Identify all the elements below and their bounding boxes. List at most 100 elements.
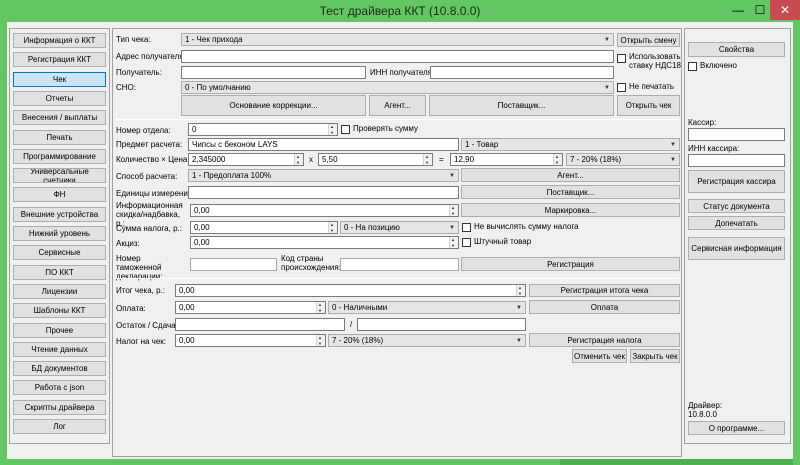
service-info-button[interactable]: Сервисная информация bbox=[688, 237, 785, 260]
sidebar-item[interactable]: Лицензии bbox=[13, 283, 106, 299]
sidebar-item[interactable]: Регистрация ККТ bbox=[13, 52, 106, 68]
payment-method-select[interactable]: 1 - Предоплата 100% ▼ bbox=[188, 169, 459, 182]
price-input[interactable]: 5,50 ▲ ▼ bbox=[318, 153, 433, 166]
open-receipt-button[interactable]: Открыть чек bbox=[617, 95, 680, 116]
piece-goods-checkbox[interactable] bbox=[462, 238, 471, 247]
cancel-receipt-button[interactable]: Отменить чек bbox=[572, 349, 627, 363]
sidebar-item[interactable]: Чек bbox=[13, 71, 106, 87]
sidebar-item[interactable]: БД документов bbox=[13, 361, 106, 377]
units-input[interactable] bbox=[188, 186, 459, 199]
tax-on-receipt-spinner[interactable]: ▲ ▼ bbox=[316, 335, 325, 346]
use-vat18-checkbox[interactable] bbox=[617, 54, 626, 63]
vat-rate-select[interactable]: 7 - 20% (18%) ▼ bbox=[566, 153, 680, 166]
close-receipt-button[interactable]: Закрыть чек bbox=[630, 349, 680, 363]
payment-type-select[interactable]: 0 - Наличными ▼ bbox=[328, 301, 526, 314]
item-label: Предмет расчета: bbox=[116, 140, 183, 149]
spin-up-icon: ▲ bbox=[555, 154, 559, 159]
cashier-input[interactable] bbox=[688, 128, 785, 141]
sidebar-item[interactable]: Программирование bbox=[13, 148, 106, 164]
sidebar-item[interactable]: Внешние устройства bbox=[13, 206, 106, 222]
total-value: 12,90 bbox=[454, 155, 475, 164]
customs-input[interactable] bbox=[190, 258, 277, 271]
piece-goods-label: Штучный товар bbox=[474, 237, 532, 246]
receipt-agent-button[interactable]: Агент... bbox=[369, 95, 426, 116]
department-spinner[interactable]: ▲ ▼ bbox=[328, 124, 337, 135]
change-input[interactable] bbox=[175, 318, 345, 331]
reprint-button[interactable]: Допечатать bbox=[688, 216, 785, 230]
sidebar-item[interactable]: Чтение данных bbox=[13, 341, 106, 357]
receipt-total-input[interactable]: 0,00 ▲ ▼ bbox=[175, 284, 526, 297]
minimize-button[interactable]: — bbox=[726, 0, 750, 20]
maximize-button[interactable]: ☐ bbox=[750, 0, 770, 20]
check-sum-checkbox[interactable] bbox=[341, 125, 350, 134]
properties-button[interactable]: Свойства bbox=[688, 42, 785, 57]
register-tax-button[interactable]: Регистрация налога bbox=[529, 333, 680, 347]
cashier-inn-input[interactable] bbox=[688, 154, 785, 167]
sidebar-item[interactable]: Отчеты bbox=[13, 90, 106, 106]
tax-on-receipt-input[interactable]: 0,00 ▲ ▼ bbox=[175, 334, 326, 347]
payment-spinner[interactable]: ▲ ▼ bbox=[316, 302, 325, 313]
info-discount-spinner[interactable]: ▲ ▼ bbox=[449, 205, 458, 216]
sidebar-item[interactable]: Печать bbox=[13, 129, 106, 145]
check-sum-label: Проверять сумму bbox=[353, 124, 419, 133]
sidebar-item[interactable]: Универсальные счетчики bbox=[13, 168, 106, 184]
tax-rate-select[interactable]: 7 - 20% (18%) ▼ bbox=[328, 334, 526, 347]
total-spinner[interactable]: ▲ ▼ bbox=[553, 154, 562, 165]
excise-spinner[interactable]: ▲ ▼ bbox=[449, 237, 458, 248]
sidebar-item[interactable]: Нижний уровень bbox=[13, 226, 106, 241]
close-button[interactable]: ✕ bbox=[770, 0, 800, 20]
tax-sum-input[interactable]: 0,00 ▲ ▼ bbox=[190, 221, 338, 234]
sidebar-item[interactable]: Скрипты драйвера bbox=[13, 399, 106, 415]
excise-input[interactable]: 0,00 ▲ ▼ bbox=[190, 236, 459, 249]
price-spinner[interactable]: ▲ ▼ bbox=[423, 154, 432, 165]
tax-sum-spinner[interactable]: ▲ ▼ bbox=[328, 222, 337, 233]
payment-input[interactable]: 0,00 ▲ ▼ bbox=[175, 301, 326, 314]
basis-correction-button[interactable]: Основание коррекции... bbox=[181, 95, 366, 116]
dont-print-checkbox[interactable] bbox=[617, 83, 626, 92]
receipt-total-spinner[interactable]: ▲ ▼ bbox=[516, 285, 525, 296]
spin-up-icon: ▲ bbox=[518, 285, 522, 290]
address-input[interactable] bbox=[181, 50, 614, 63]
document-status-button[interactable]: Статус документа bbox=[688, 199, 785, 213]
position-agent-button[interactable]: Агент... bbox=[461, 168, 680, 182]
sidebar-item[interactable]: Информация о ККТ bbox=[13, 33, 106, 48]
open-shift-button[interactable]: Открыть смену bbox=[617, 33, 680, 47]
customs-label: Номер таможенной декларации: bbox=[116, 254, 163, 281]
marking-button[interactable]: Маркировка... bbox=[461, 203, 680, 217]
receipt-type-select[interactable]: 1 - Чек прихода ▼ bbox=[181, 33, 614, 46]
sidebar-item[interactable]: Внесения / выплаты bbox=[13, 110, 106, 126]
receipt-supplier-button[interactable]: Поставщик... bbox=[429, 95, 614, 116]
pay-button[interactable]: Оплата bbox=[529, 300, 680, 314]
register-position-button[interactable]: Регистрация bbox=[461, 257, 680, 271]
tax-mode-select[interactable]: 0 - На позицию ▼ bbox=[340, 221, 459, 234]
tax-on-receipt-value: 0,00 bbox=[179, 336, 195, 345]
enabled-checkbox[interactable] bbox=[688, 62, 697, 71]
info-discount-input[interactable]: 0,00 ▲ ▼ bbox=[190, 204, 459, 217]
recipient-input[interactable] bbox=[181, 66, 366, 79]
sidebar-item[interactable]: Прочее bbox=[13, 322, 106, 338]
sidebar-item[interactable]: Лог bbox=[13, 419, 106, 434]
sidebar-item[interactable]: Работа с json bbox=[13, 380, 106, 396]
tax-mode-value: 0 - На позицию bbox=[344, 223, 400, 232]
register-cashier-button[interactable]: Регистрация кассира bbox=[688, 170, 785, 193]
sidebar-item[interactable]: Шаблоны ККТ bbox=[13, 303, 106, 319]
quantity-input[interactable]: 2,345000 ▲ ▼ bbox=[188, 153, 304, 166]
department-input[interactable]: 0 ▲ ▼ bbox=[188, 123, 338, 136]
position-supplier-button[interactable]: Поставщик... bbox=[461, 185, 680, 199]
recipient-inn-input[interactable] bbox=[430, 66, 614, 79]
taskbar-strip bbox=[560, 459, 793, 465]
item-input[interactable]: Чипсы с беконом LAYS bbox=[188, 138, 459, 151]
item-type-select[interactable]: 1 - Товар ▼ bbox=[461, 138, 680, 151]
sidebar-item[interactable]: Сервисные bbox=[13, 245, 106, 261]
spin-down-icon: ▼ bbox=[451, 211, 455, 216]
total-input[interactable]: 12,90 ▲ ▼ bbox=[450, 153, 563, 166]
change-input-2[interactable] bbox=[357, 318, 526, 331]
about-button[interactable]: О программе... bbox=[688, 421, 785, 435]
quantity-spinner[interactable]: ▲ ▼ bbox=[294, 154, 303, 165]
country-input[interactable] bbox=[340, 258, 459, 271]
sidebar-item[interactable]: ПО ККТ bbox=[13, 264, 106, 280]
sno-select[interactable]: 0 - По умолчанию ▼ bbox=[181, 81, 614, 94]
dont-calc-tax-checkbox[interactable] bbox=[462, 223, 471, 232]
register-total-button[interactable]: Регистрация итога чека bbox=[529, 284, 680, 297]
sidebar-item[interactable]: ФН bbox=[13, 187, 106, 203]
